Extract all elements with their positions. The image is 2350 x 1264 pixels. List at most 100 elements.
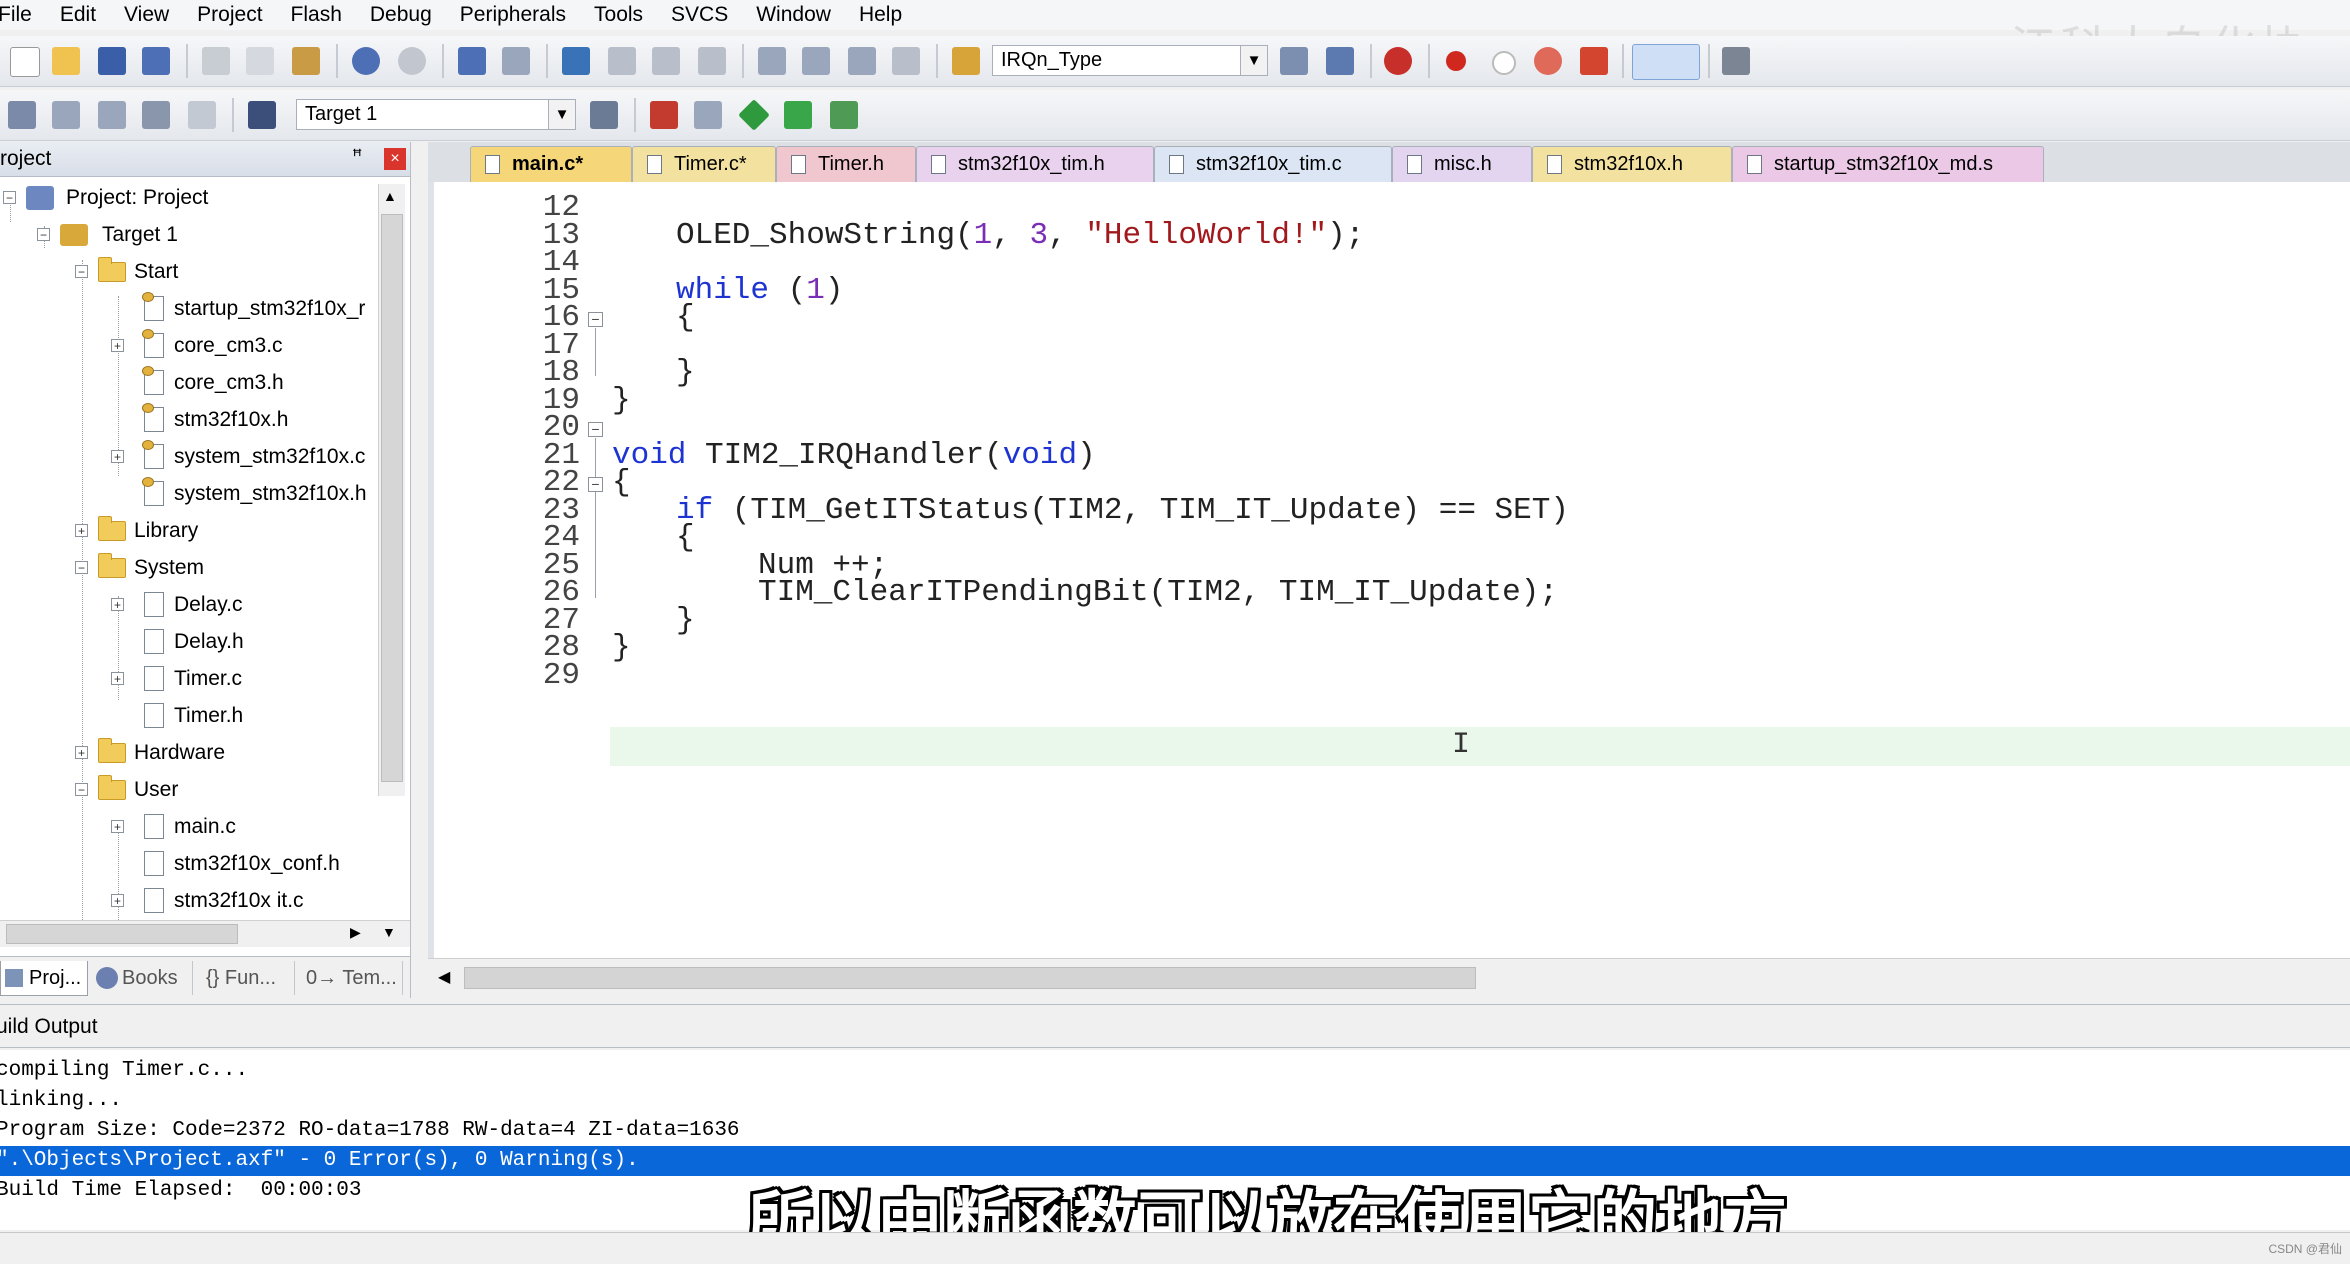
next-bookmark-icon[interactable] xyxy=(652,47,680,75)
scroll-down-icon[interactable]: ▼ xyxy=(382,924,396,940)
select-packs-icon[interactable] xyxy=(694,101,722,129)
component-icon[interactable] xyxy=(830,101,858,129)
tab-main-c[interactable]: main.c* xyxy=(470,146,632,182)
tab-timer-c[interactable]: Timer.c* xyxy=(632,146,776,182)
tree-item-group-system[interactable]: − System xyxy=(0,549,204,586)
debug-session-icon[interactable] xyxy=(1384,47,1412,75)
menu-view[interactable]: View xyxy=(124,3,183,27)
tab-project[interactable]: Proj... xyxy=(0,961,88,996)
tree-item-file[interactable]: Delay.h xyxy=(0,623,244,660)
tree-item-target[interactable]: − Target 1 xyxy=(0,216,178,253)
menu-peripherals[interactable]: Peripherals xyxy=(460,3,580,27)
tree-item-file[interactable]: + stm32f10x it.c xyxy=(0,882,304,919)
chevron-down-icon[interactable]: ▼ xyxy=(548,100,575,129)
manage-project-items-icon[interactable] xyxy=(650,101,678,129)
menu-svcs[interactable]: SVCS xyxy=(671,3,742,27)
tab-misc-h[interactable]: misc.h xyxy=(1392,146,1532,182)
tree-item-file[interactable]: startup_stm32f10x_r xyxy=(0,290,365,327)
copy-icon[interactable] xyxy=(246,47,274,75)
find-in-files-icon[interactable] xyxy=(952,47,980,75)
pin-icon[interactable]: ꟸ xyxy=(352,146,362,167)
prev-bookmark-icon[interactable] xyxy=(608,47,636,75)
tree-item-file[interactable]: + system_stm32f10x.c xyxy=(0,438,365,475)
clear-bookmarks-icon[interactable] xyxy=(698,47,726,75)
build-icon[interactable] xyxy=(52,101,80,129)
tab-stm32f10x-tim-c[interactable]: stm32f10x_tim.c xyxy=(1154,146,1392,182)
scroll-right-icon[interactable]: ▶ xyxy=(350,924,361,941)
tree-item-file[interactable]: + Delay.c xyxy=(0,586,242,623)
tree-item-file[interactable]: + main.c xyxy=(0,808,236,845)
undo-icon[interactable] xyxy=(352,47,380,75)
kill-breakpoints-icon[interactable] xyxy=(1534,47,1562,75)
tree-item-file[interactable]: core_cm3.h xyxy=(0,364,284,401)
find-combo[interactable]: IRQn_Type ▼ xyxy=(992,45,1268,76)
clear-breakpoints-icon[interactable] xyxy=(1580,47,1608,75)
fold-collapse-icon[interactable]: − xyxy=(588,312,603,327)
indent-icon[interactable] xyxy=(758,47,786,75)
tab-templates[interactable]: 0→ Tem... xyxy=(302,961,403,995)
disable-breakpoint-icon[interactable] xyxy=(1492,51,1516,75)
tab-books[interactable]: Books xyxy=(92,961,193,995)
rebuild-icon[interactable] xyxy=(98,101,126,129)
save-all-icon[interactable] xyxy=(142,47,170,75)
nav-forward-icon[interactable] xyxy=(502,47,530,75)
tree-item-file[interactable]: Timer.h xyxy=(0,697,243,734)
scrollbar-thumb[interactable] xyxy=(464,967,1476,989)
tree-item-file[interactable]: + core_cm3.c xyxy=(0,327,283,364)
manage-rte-icon[interactable] xyxy=(738,99,770,131)
menu-flash[interactable]: Flash xyxy=(291,3,356,27)
tab-startup-md-s[interactable]: startup_stm32f10x_md.s xyxy=(1732,146,2044,182)
tree-item-group-user[interactable]: − User xyxy=(0,771,178,808)
tab-timer-h[interactable]: Timer.h xyxy=(776,146,916,182)
chevron-down-icon[interactable]: ▼ xyxy=(1240,46,1267,75)
replace-icon[interactable] xyxy=(1326,47,1354,75)
menu-tools[interactable]: Tools xyxy=(594,3,657,27)
editor-horizontal-scrollbar[interactable]: ◀ xyxy=(428,958,2350,995)
redo-icon[interactable] xyxy=(398,47,426,75)
target-options-icon[interactable] xyxy=(590,101,618,129)
menu-window[interactable]: Window xyxy=(756,3,845,27)
uncomment-icon[interactable] xyxy=(892,47,920,75)
open-folder-icon[interactable] xyxy=(52,47,80,75)
tree-item-group-start[interactable]: − Start xyxy=(0,253,178,290)
tree-item-group-hardware[interactable]: + Hardware xyxy=(0,734,225,771)
bookmark-icon[interactable] xyxy=(562,47,590,75)
menu-edit[interactable]: Edit xyxy=(60,3,110,27)
menu-file[interactable]: File xyxy=(0,3,46,27)
tree-item-file[interactable]: stm32f10x.h xyxy=(0,401,288,438)
pack-installer-icon[interactable] xyxy=(784,101,812,129)
scrollbar-thumb[interactable] xyxy=(6,924,238,944)
nav-back-icon[interactable] xyxy=(458,47,486,75)
tab-functions[interactable]: {} Fun... xyxy=(202,961,295,995)
menu-project[interactable]: Project xyxy=(197,3,276,27)
download-icon[interactable] xyxy=(248,101,276,129)
batch-build-icon[interactable] xyxy=(142,101,170,129)
find-icon[interactable] xyxy=(1280,47,1308,75)
cut-icon[interactable] xyxy=(202,47,230,75)
target-combo[interactable]: Target 1 ▼ xyxy=(296,99,576,130)
tree-item-group-library[interactable]: + Library xyxy=(0,512,198,549)
tree-vertical-scrollbar[interactable]: ▲ xyxy=(378,184,405,796)
comment-icon[interactable] xyxy=(848,47,876,75)
code-editor[interactable]: 12 13 14 15 16 17 18 19 20 21 22 23 24 2… xyxy=(428,182,2350,958)
save-icon[interactable] xyxy=(98,47,126,75)
tree-item-file[interactable]: + Timer.c xyxy=(0,660,242,697)
tree-item-file[interactable]: system_stm32f10x.h xyxy=(0,475,367,512)
scroll-left-icon[interactable]: ◀ xyxy=(438,967,450,987)
tab-stm32f10x-h[interactable]: stm32f10x.h xyxy=(1532,146,1732,182)
new-file-icon[interactable] xyxy=(10,47,40,77)
tree-horizontal-scrollbar[interactable]: ▶ ▼ xyxy=(0,920,410,947)
translate-icon[interactable] xyxy=(8,101,36,129)
paste-icon[interactable] xyxy=(292,47,320,75)
menu-debug[interactable]: Debug xyxy=(370,3,446,27)
scroll-up-icon[interactable]: ▲ xyxy=(383,188,397,204)
breakpoint-icon[interactable] xyxy=(1446,51,1466,71)
configure-icon[interactable] xyxy=(1722,47,1750,75)
tree-item-project[interactable]: − Project: Project xyxy=(0,179,208,216)
scrollbar-thumb[interactable] xyxy=(381,214,403,782)
window-layout-icon[interactable] xyxy=(1632,44,1700,80)
unindent-icon[interactable] xyxy=(802,47,830,75)
fold-collapse-icon[interactable]: − xyxy=(588,422,603,437)
tree-item-file[interactable]: stm32f10x_conf.h xyxy=(0,845,340,882)
stop-build-icon[interactable] xyxy=(188,101,216,129)
